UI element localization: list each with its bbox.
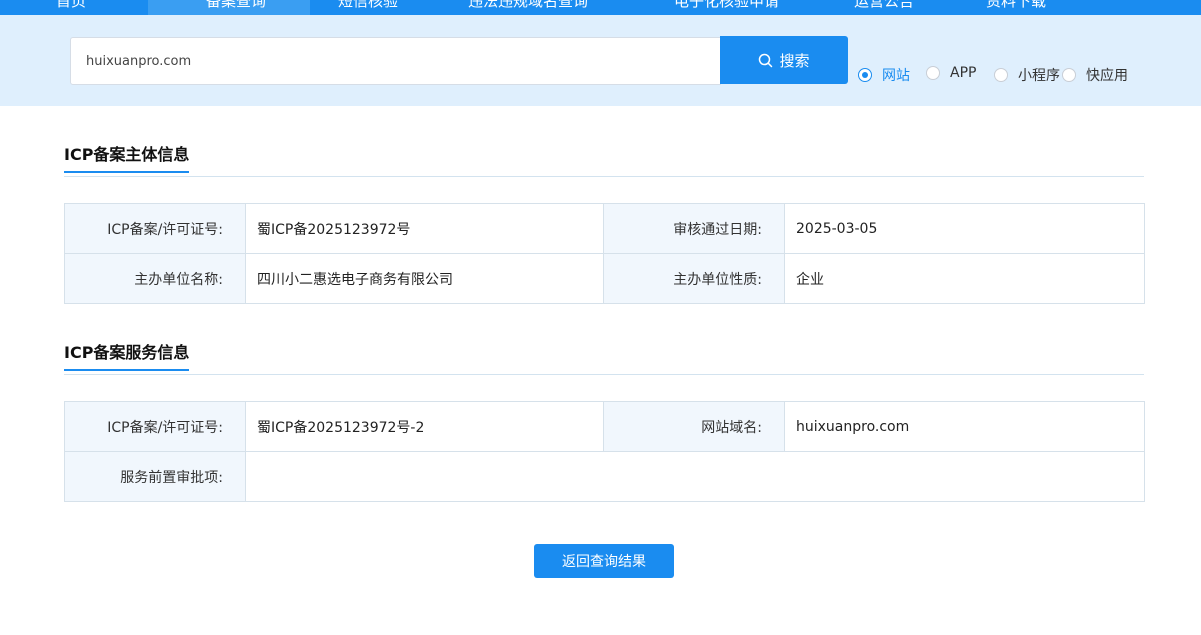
radio-label: 小程序 [1018,68,1060,84]
title-underline [64,369,190,371]
search-icon [758,53,773,68]
search-button[interactable]: 搜索 [720,36,848,84]
subject-section-title: ICP备案主体信息 [64,141,190,173]
domain-label: 网站域名: [603,401,785,452]
table-row: ICP备案/许可证号: 蜀ICP备2025123972号 审核通过日期: 202… [64,203,1145,254]
domain-value: huixuanpro.com [784,401,1145,452]
license-value: 蜀ICP备2025123972号 [245,203,604,254]
radio-app[interactable]: APP [926,65,976,81]
service-info-table: ICP备案/许可证号: 蜀ICP备2025123972号-2 网站域名: hui… [64,401,1145,502]
radio-dot [994,68,1008,82]
service-section-title-text: ICP备案服务信息 [64,343,190,362]
pre-approval-label: 服务前置审批项: [64,451,246,502]
radio-mini-program[interactable]: 小程序 [994,65,1060,85]
radio-label: 快应用 [1086,68,1128,84]
org-type-value: 企业 [784,253,1145,304]
top-nav: 首页 备案查询 短信核验 违法违规域名查询 电子化核验申请 运营公告 资料下载 [0,0,1201,15]
org-name-value: 四川小二惠选电子商务有限公司 [245,253,604,304]
radio-dot [1062,68,1076,82]
org-type-label: 主办单位性质: [603,253,785,304]
radio-website[interactable]: 网站 [858,65,910,85]
radio-label: 网站 [882,68,910,84]
nav-item-announcement[interactable]: 运营公告 [854,0,914,15]
search-band: 搜索 网站 APP 小程序 快应用 [0,15,1201,106]
pre-approval-value [245,451,1145,502]
radio-dot [926,66,940,80]
subject-section-title-text: ICP备案主体信息 [64,145,190,164]
subject-info-table: ICP备案/许可证号: 蜀ICP备2025123972号 审核通过日期: 202… [64,203,1145,304]
radio-label: APP [950,65,977,81]
nav-item-downloads[interactable]: 资料下载 [986,0,1046,15]
table-row: ICP备案/许可证号: 蜀ICP备2025123972号-2 网站域名: hui… [64,401,1145,452]
back-to-results-button[interactable]: 返回查询结果 [534,544,674,578]
search-input[interactable] [70,37,721,85]
nav-item-record-query[interactable]: 备案查询 [148,0,310,15]
section-divider [64,176,1144,177]
org-name-label: 主办单位名称: [64,253,246,304]
nav-item-home[interactable]: 首页 [56,0,86,15]
search-button-label: 搜索 [779,51,810,70]
section-divider [64,374,1144,375]
table-row: 服务前置审批项: [64,451,1145,502]
nav-item-sms-verify[interactable]: 短信核验 [338,0,398,15]
nav-item-e-verify[interactable]: 电子化核验申请 [674,0,779,15]
nav-item-label: 备案查询 [206,0,267,10]
radio-quick-app[interactable]: 快应用 [1062,65,1128,85]
service-section-title: ICP备案服务信息 [64,339,190,371]
title-underline [64,171,190,173]
radio-dot [858,68,872,82]
service-license-label: ICP备案/许可证号: [64,401,246,452]
approve-date-label: 审核通过日期: [603,203,785,254]
approve-date-value: 2025-03-05 [784,203,1145,254]
table-row: 主办单位名称: 四川小二惠选电子商务有限公司 主办单位性质: 企业 [64,253,1145,304]
license-label: ICP备案/许可证号: [64,203,246,254]
nav-item-illegal-domain[interactable]: 违法违规域名查询 [468,0,588,15]
service-license-value: 蜀ICP备2025123972号-2 [245,401,604,452]
